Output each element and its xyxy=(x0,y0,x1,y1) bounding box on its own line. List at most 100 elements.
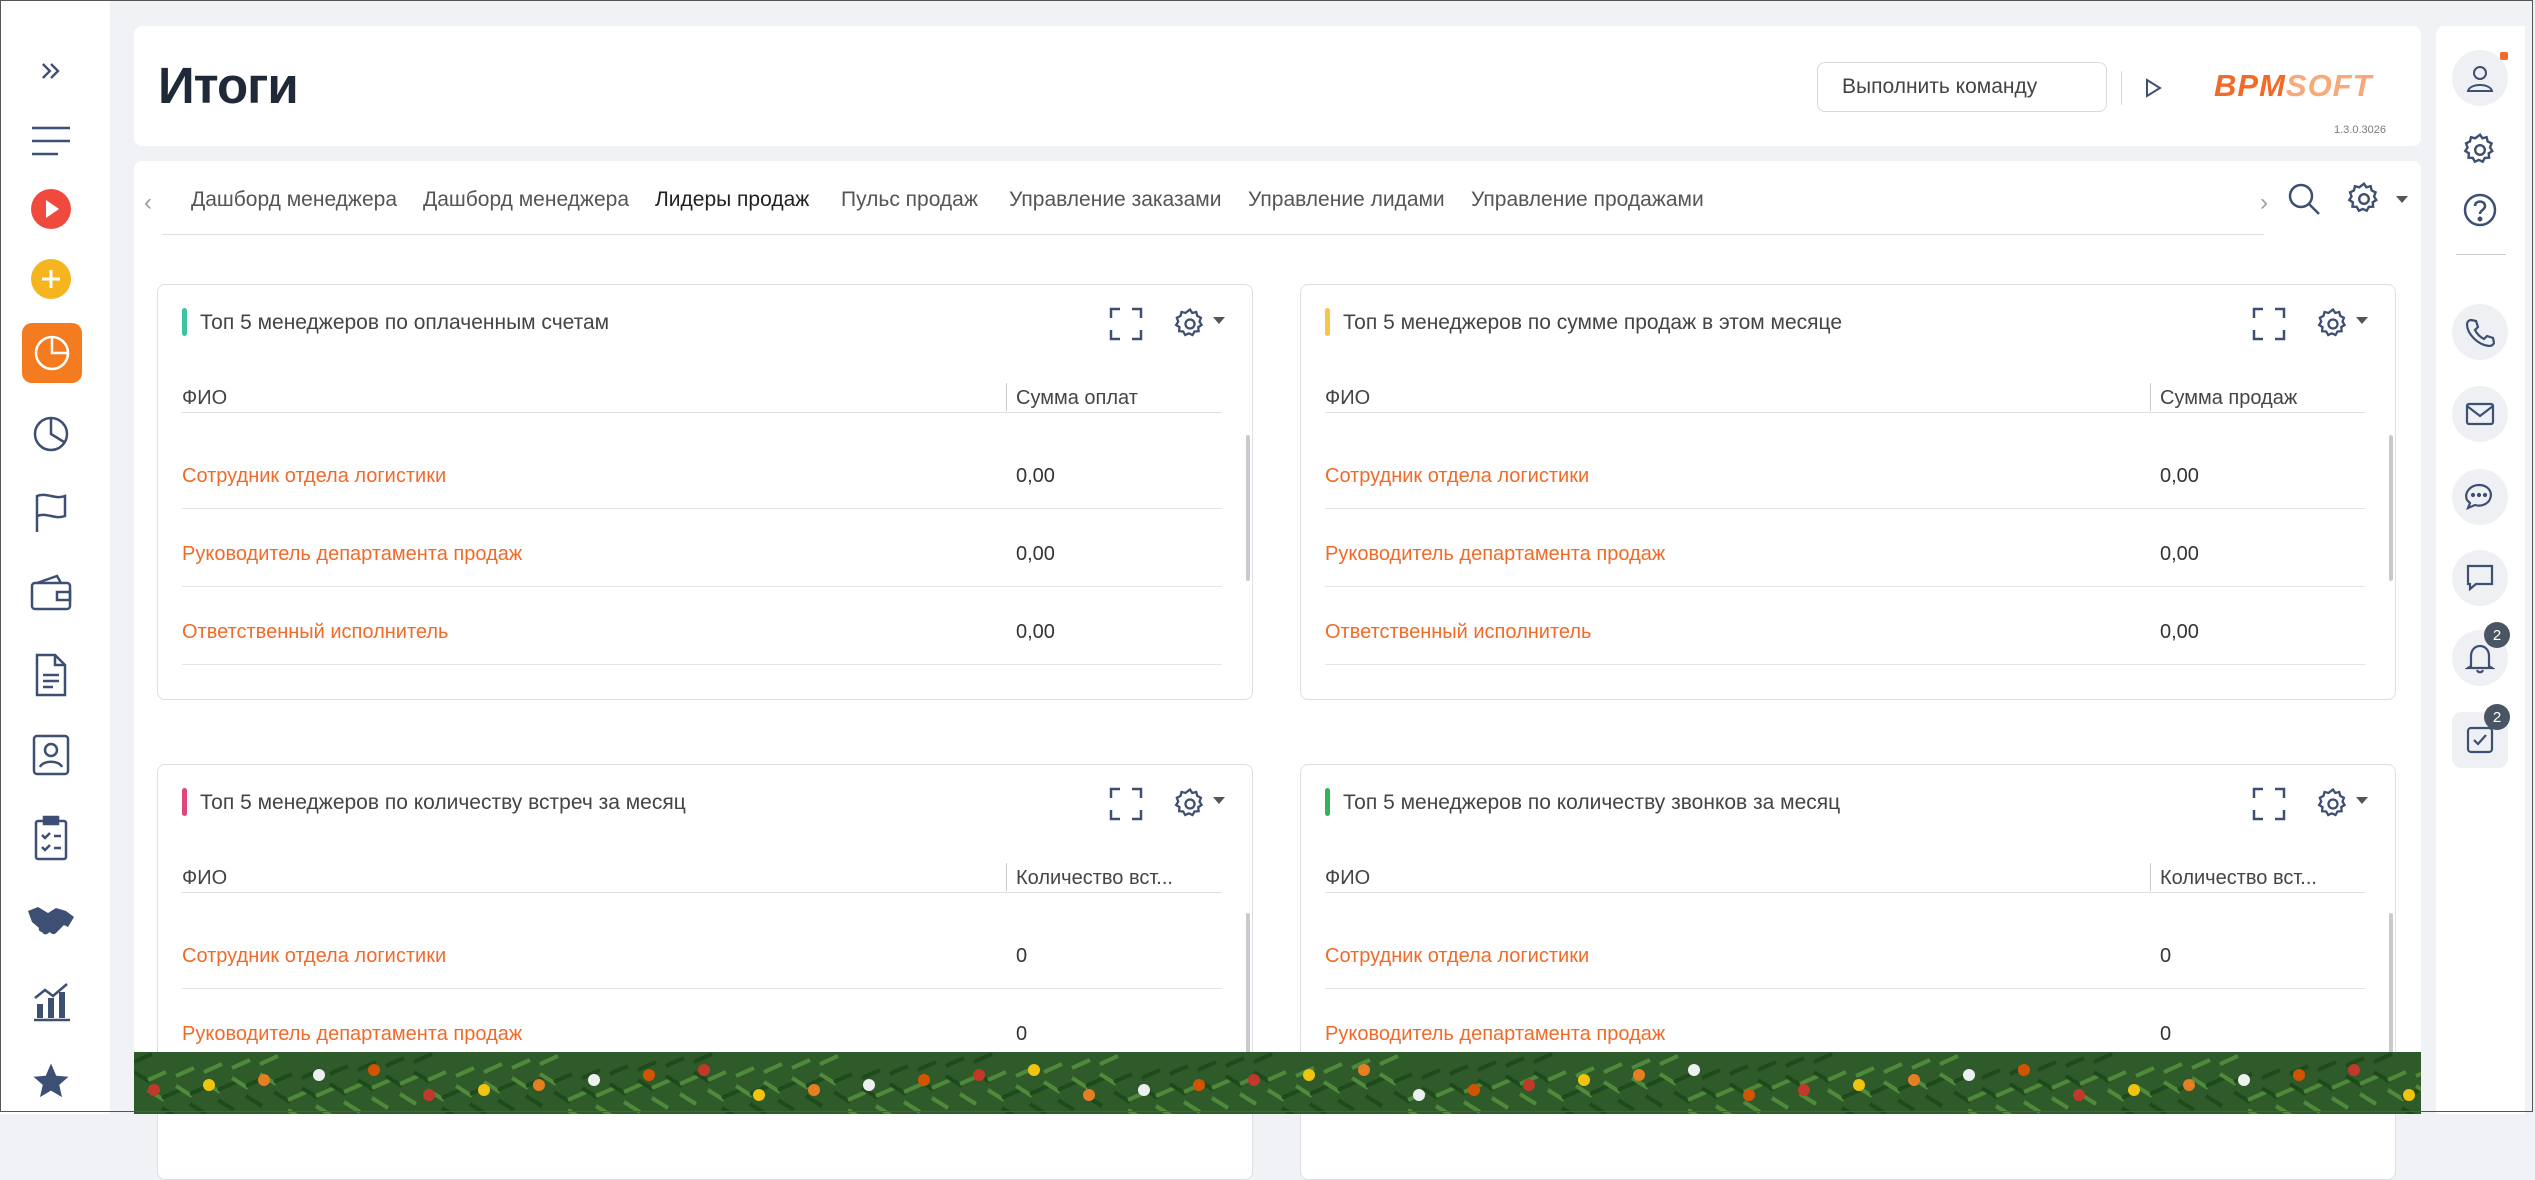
expand-widget-icon[interactable] xyxy=(2252,307,2286,346)
widget-settings-gear-icon[interactable] xyxy=(2316,307,2350,346)
flag-icon[interactable] xyxy=(23,485,79,541)
dashboard-settings-button[interactable] xyxy=(2346,181,2382,222)
column-header-value[interactable]: Количество вст... xyxy=(2160,867,2340,890)
widget-settings-gear-icon[interactable] xyxy=(1173,307,1207,346)
message-icon[interactable] xyxy=(2452,550,2508,606)
column-header-name[interactable]: ФИО xyxy=(1325,387,1370,410)
command-input[interactable] xyxy=(1818,63,2063,111)
command-separator xyxy=(2121,71,2122,105)
column-separator[interactable] xyxy=(2150,863,2151,891)
user-icon xyxy=(2466,66,2494,92)
wallet-icon[interactable] xyxy=(23,565,79,621)
table-row-name[interactable]: Сотрудник отдела логистики xyxy=(1325,945,1589,968)
widget-color-marker xyxy=(1325,788,1330,816)
star-icon[interactable] xyxy=(23,1053,79,1109)
widget-settings-caret-icon[interactable] xyxy=(1213,797,1225,804)
notifications-badge: 2 xyxy=(2484,622,2510,648)
expand-widget-icon[interactable] xyxy=(1109,307,1143,346)
dashboards-icon[interactable] xyxy=(22,323,82,383)
column-header-value[interactable]: Сумма оплат xyxy=(1016,387,1196,410)
header: Итоги BPMSOFT 1.3.0.3026 xyxy=(134,26,2421,146)
command-box xyxy=(1817,62,2162,112)
dashboard-content: ‹ Дашборд менеджера Дашборд менеджера Ли… xyxy=(134,161,2421,1180)
table-row-name[interactable]: Сотрудник отдела логистики xyxy=(1325,465,1589,488)
widget-scrollbar[interactable] xyxy=(1246,913,1250,1063)
notifications-button[interactable]: 2 xyxy=(2452,622,2510,686)
expand-icon[interactable] xyxy=(23,43,79,99)
tab-lead-management[interactable]: Управление лидами xyxy=(1248,188,1445,212)
expand-widget-icon[interactable] xyxy=(1109,787,1143,826)
column-header-name[interactable]: ФИО xyxy=(182,387,227,410)
column-header-name[interactable]: ФИО xyxy=(1325,867,1370,890)
chat-icon[interactable] xyxy=(2452,469,2508,525)
tab-manager-dashboard-1[interactable]: Дашборд менеджера xyxy=(191,188,397,212)
checklist-icon[interactable] xyxy=(23,810,79,866)
header-divider xyxy=(1325,412,2365,413)
document-icon[interactable] xyxy=(23,647,79,703)
tab-sales-pulse[interactable]: Пульс продаж xyxy=(841,188,978,212)
tab-order-management[interactable]: Управление заказами xyxy=(1009,188,1221,212)
widget-color-marker xyxy=(1325,308,1330,336)
dashboard-settings-caret-icon[interactable] xyxy=(2396,196,2408,203)
tab-sales-management[interactable]: Управление продажами xyxy=(1471,188,1704,212)
column-header-value[interactable]: Сумма продаж xyxy=(2160,387,2340,410)
row-divider xyxy=(182,586,1222,587)
table-row-name[interactable]: Руководитель департамента продаж xyxy=(1325,1023,1665,1046)
table-row-value: 0 xyxy=(1016,1023,1028,1045)
column-separator[interactable] xyxy=(1006,383,1007,411)
header-divider xyxy=(1325,892,2365,893)
widget-scrollbar[interactable] xyxy=(1246,435,1250,581)
table-row-name[interactable]: Руководитель департамента продаж xyxy=(182,1023,522,1046)
column-header-name[interactable]: ФИО xyxy=(182,867,227,890)
analytics-icon[interactable] xyxy=(23,973,79,1029)
widget-settings-caret-icon[interactable] xyxy=(2356,797,2368,804)
handshake-icon[interactable] xyxy=(23,893,79,949)
pie-chart-icon[interactable] xyxy=(23,405,79,461)
run-command-button[interactable] xyxy=(2140,75,2166,101)
header-divider xyxy=(182,412,1222,413)
expand-widget-icon[interactable] xyxy=(2252,787,2286,826)
table-row-name[interactable]: Сотрудник отдела логистики xyxy=(182,945,446,968)
widget-settings-caret-icon[interactable] xyxy=(1213,317,1225,324)
right-sidebar: 2 2 xyxy=(2436,26,2525,1114)
widget-monthly-calls: Топ 5 менеджеров по количеству звонков з… xyxy=(1300,764,2396,1180)
contact-icon[interactable] xyxy=(23,727,79,783)
table-row-name[interactable]: Ответственный исполнитель xyxy=(182,621,448,644)
tabs-right-arrow-icon[interactable]: › xyxy=(2260,189,2268,217)
column-separator[interactable] xyxy=(2150,383,2151,411)
holiday-garland xyxy=(134,1052,2421,1114)
table-row-name[interactable]: Руководитель департамента продаж xyxy=(182,543,522,566)
column-header-value[interactable]: Количество вст... xyxy=(1016,867,1196,890)
table-row-name[interactable]: Сотрудник отдела логистики xyxy=(182,465,446,488)
settings-gear-icon[interactable] xyxy=(2452,122,2508,178)
table-row-name[interactable]: Ответственный исполнитель xyxy=(1325,621,1591,644)
widget-settings-caret-icon[interactable] xyxy=(2356,317,2368,324)
email-icon[interactable] xyxy=(2452,386,2508,442)
widget-scrollbar[interactable] xyxy=(2389,435,2393,581)
play-icon[interactable] xyxy=(23,181,79,237)
search-icon[interactable] xyxy=(2286,181,2322,222)
help-icon[interactable] xyxy=(2452,182,2508,238)
phone-icon[interactable] xyxy=(2452,304,2508,360)
user-profile-button[interactable] xyxy=(2452,50,2508,106)
table-row-value: 0,00 xyxy=(1016,621,1055,643)
table-row-value: 0 xyxy=(1016,945,1028,967)
add-icon[interactable] xyxy=(23,251,79,307)
widget-title: Топ 5 менеджеров по количеству звонков з… xyxy=(1343,791,1841,814)
menu-icon[interactable] xyxy=(23,113,79,169)
widget-monthly-sales: Топ 5 менеджеров по сумме продаж в этом … xyxy=(1300,284,2396,700)
tabs-left-arrow-icon[interactable]: ‹ xyxy=(144,189,152,217)
tab-manager-dashboard-2[interactable]: Дашборд менеджера xyxy=(423,188,629,212)
widget-settings-gear-icon[interactable] xyxy=(2316,787,2350,826)
row-divider xyxy=(182,664,1222,665)
column-separator[interactable] xyxy=(1006,863,1007,891)
table-row-value: 0 xyxy=(2160,945,2172,967)
play-outline-icon xyxy=(2146,78,2162,98)
widget-scrollbar[interactable] xyxy=(2389,913,2393,1063)
tasks-button[interactable]: 2 xyxy=(2452,704,2510,768)
widget-settings-gear-icon[interactable] xyxy=(1173,787,1207,826)
table-row-name[interactable]: Руководитель департамента продаж xyxy=(1325,543,1665,566)
tab-sales-leaders[interactable]: Лидеры продаж xyxy=(655,188,809,212)
table-row-value: 0,00 xyxy=(1016,465,1055,487)
page-title: Итоги xyxy=(158,57,299,114)
